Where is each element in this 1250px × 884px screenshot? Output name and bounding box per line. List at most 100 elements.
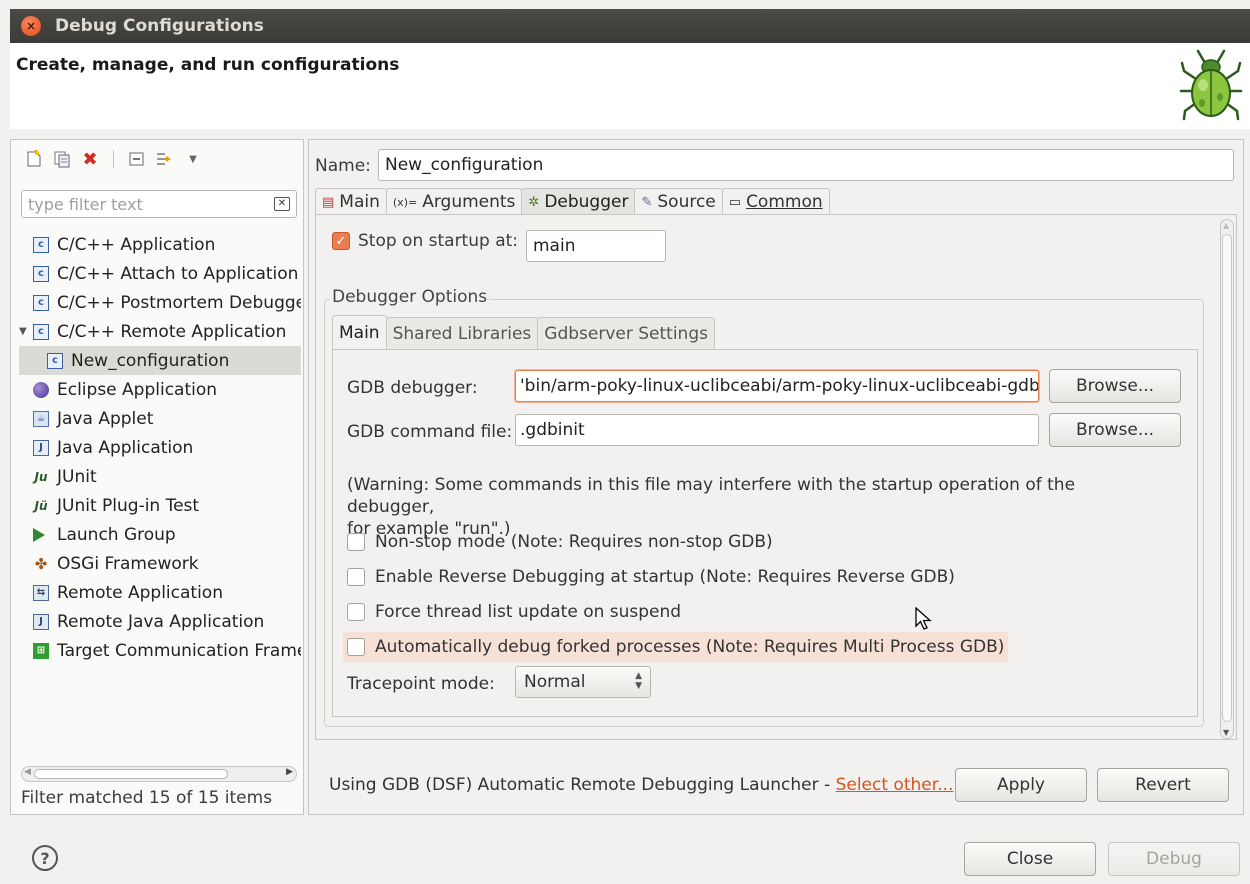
tree-item-remote-java[interactable]: J Remote Java Application: [19, 607, 301, 636]
option-label: Force thread list update on suspend: [375, 602, 682, 622]
name-input[interactable]: [378, 149, 1234, 181]
applet-icon: ☕: [33, 410, 49, 427]
tree-toolbar: ✖ ▼: [23, 148, 204, 170]
force-thread-update-option[interactable]: Force thread list update on suspend: [347, 597, 681, 627]
expanded-twisty-icon[interactable]: ▼: [19, 326, 33, 337]
debugger-options-tabs: Main Shared Libraries Gdbserver Settings: [332, 315, 715, 349]
stop-on-startup-row: ✓ Stop on startup at:: [332, 231, 518, 251]
tree-item-new-configuration[interactable]: c New_configuration: [19, 346, 301, 375]
osgi-icon: ✤: [34, 554, 48, 573]
tree-item-label: Eclipse Application: [57, 379, 218, 400]
filter-input[interactable]: [28, 193, 258, 215]
tree-item-label: Java Application: [57, 437, 194, 458]
select-other-link[interactable]: Select other...: [836, 775, 954, 795]
gdb-command-file-input[interactable]: .gdbinit: [515, 414, 1039, 446]
scroll-right-icon[interactable]: ▶: [286, 767, 293, 777]
mouse-cursor-icon: [915, 607, 932, 630]
launcher-info: Using GDB (DSF) Automatic Remote Debuggi…: [329, 775, 953, 795]
debugger-main-options: GDB debugger: 'bin/arm-poky-linux-uclibc…: [332, 349, 1198, 717]
gdb-debugger-input[interactable]: 'bin/arm-poky-linux-uclibceabi/arm-poky-…: [515, 370, 1039, 402]
configuration-editor: Name: ▤ Main (x)= Arguments ✲ Debugger ✎…: [308, 139, 1244, 815]
debug-forked-processes-checkbox[interactable]: [347, 638, 365, 656]
tree-item-java-application[interactable]: J Java Application: [19, 433, 301, 462]
tree-item-junit[interactable]: Ju JUnit: [19, 462, 301, 491]
collapse-all-icon[interactable]: [126, 148, 148, 170]
tab-source[interactable]: ✎ Source: [634, 188, 723, 215]
tree-item-java-applet[interactable]: ☕ Java Applet: [19, 404, 301, 433]
debugger-icon: ✲: [528, 194, 540, 210]
revert-button[interactable]: Revert: [1097, 768, 1229, 802]
group-title: Debugger Options: [330, 287, 490, 307]
debug-forked-processes-option[interactable]: Automatically debug forked processes (No…: [343, 632, 1009, 662]
dropdown-icon[interactable]: ▼: [182, 148, 204, 170]
tree-item-label: C/C++ Application: [57, 234, 216, 255]
tree-item-tcf[interactable]: ⊞ Target Communication Framework: [19, 636, 301, 665]
tab-debugger[interactable]: ✲ Debugger: [521, 188, 636, 215]
force-thread-update-checkbox[interactable]: [347, 603, 365, 621]
inner-tab-gdbserver-settings[interactable]: Gdbserver Settings: [537, 317, 715, 349]
tab-vertical-scrollbar[interactable]: ▲ ▼: [1220, 219, 1234, 739]
source-icon: ✎: [641, 194, 653, 210]
junit-icon: Ju: [34, 469, 48, 484]
inner-tab-main[interactable]: Main: [332, 315, 387, 349]
filter-box: ✕: [21, 190, 297, 218]
scroll-up-icon[interactable]: ▲: [1223, 221, 1229, 230]
configuration-tree: c C/C++ Application c C/C++ Attach to Ap…: [19, 230, 301, 665]
tree-item-cpp-application[interactable]: c C/C++ Application: [19, 230, 301, 259]
tab-label: Common: [746, 192, 823, 212]
tracepoint-mode-label: Tracepoint mode:: [347, 674, 495, 694]
tree-item-label: Remote Application: [57, 582, 223, 603]
tab-main[interactable]: ▤ Main: [315, 188, 387, 215]
tree-item-eclipse-application[interactable]: Eclipse Application: [19, 375, 301, 404]
help-icon[interactable]: ?: [32, 845, 58, 871]
tree-item-cpp-remote[interactable]: ▼ c C/C++ Remote Application: [19, 317, 301, 346]
launch-icon: [33, 527, 45, 542]
inner-tab-shared-libraries[interactable]: Shared Libraries: [385, 317, 539, 349]
tree-item-label: C/C++ Postmortem Debugger: [57, 292, 301, 313]
stop-on-startup-input[interactable]: [526, 230, 666, 262]
tree-item-osgi[interactable]: ✤ OSGi Framework: [19, 549, 301, 578]
dialog-header: Create, manage, and run configurations: [10, 43, 1250, 129]
tab-common[interactable]: ▭ Common: [721, 188, 830, 215]
tree-item-launch-group[interactable]: Launch Group: [19, 520, 301, 549]
duplicate-icon[interactable]: [51, 148, 73, 170]
scroll-left-icon[interactable]: ◀: [24, 767, 31, 777]
tree-horizontal-scrollbar[interactable]: ◀ ▶: [21, 766, 297, 782]
tracepoint-mode-select[interactable]: Normal ▲ ▼: [515, 666, 651, 698]
debug-button[interactable]: Debug: [1108, 842, 1240, 876]
scrollbar-thumb[interactable]: [34, 769, 228, 779]
non-stop-mode-checkbox[interactable]: [347, 533, 365, 551]
tree-item-label: C/C++ Attach to Application: [57, 263, 299, 284]
main-tab-icon: ▤: [322, 194, 335, 210]
tree-item-label: Java Applet: [57, 408, 154, 429]
close-window-icon[interactable]: ×: [21, 16, 41, 36]
apply-button[interactable]: Apply: [955, 768, 1087, 802]
eclipse-icon: [33, 381, 49, 398]
non-stop-mode-option[interactable]: Non-stop mode (Note: Requires non-stop G…: [347, 527, 773, 557]
clear-filter-icon[interactable]: ✕: [274, 197, 290, 211]
reverse-debugging-option[interactable]: Enable Reverse Debugging at startup (Not…: [347, 562, 955, 592]
junit-plugin-icon: Jü: [34, 498, 48, 513]
new-config-icon[interactable]: [23, 148, 45, 170]
delete-icon[interactable]: ✖: [79, 148, 101, 170]
tree-item-cpp-postmortem[interactable]: c C/C++ Postmortem Debugger: [19, 288, 301, 317]
dialog-heading: Create, manage, and run configurations: [16, 55, 400, 75]
filter-status: Filter matched 15 of 15 items: [21, 788, 273, 808]
filter-icon[interactable]: [154, 148, 176, 170]
reverse-debugging-checkbox[interactable]: [347, 568, 365, 586]
tab-arguments[interactable]: (x)= Arguments: [385, 188, 523, 215]
c-icon: c: [33, 236, 49, 253]
tree-item-remote-application[interactable]: ⇆ Remote Application: [19, 578, 301, 607]
c-icon: c: [33, 294, 49, 311]
browse-command-file-button[interactable]: Browse...: [1049, 413, 1181, 447]
java-app-icon: J: [33, 439, 49, 456]
scrollbar-thumb[interactable]: [1222, 234, 1232, 722]
stop-on-startup-checkbox[interactable]: ✓: [332, 232, 350, 250]
remote-icon: ⇆: [33, 584, 49, 601]
launcher-text: Using GDB (DSF) Automatic Remote Debuggi…: [329, 775, 836, 795]
scroll-down-icon[interactable]: ▼: [1223, 728, 1229, 737]
tree-item-cpp-attach[interactable]: c C/C++ Attach to Application: [19, 259, 301, 288]
close-button[interactable]: Close: [964, 842, 1096, 876]
browse-gdb-button[interactable]: Browse...: [1049, 369, 1181, 403]
tree-item-junit-plugin[interactable]: Jü JUnit Plug-in Test: [19, 491, 301, 520]
